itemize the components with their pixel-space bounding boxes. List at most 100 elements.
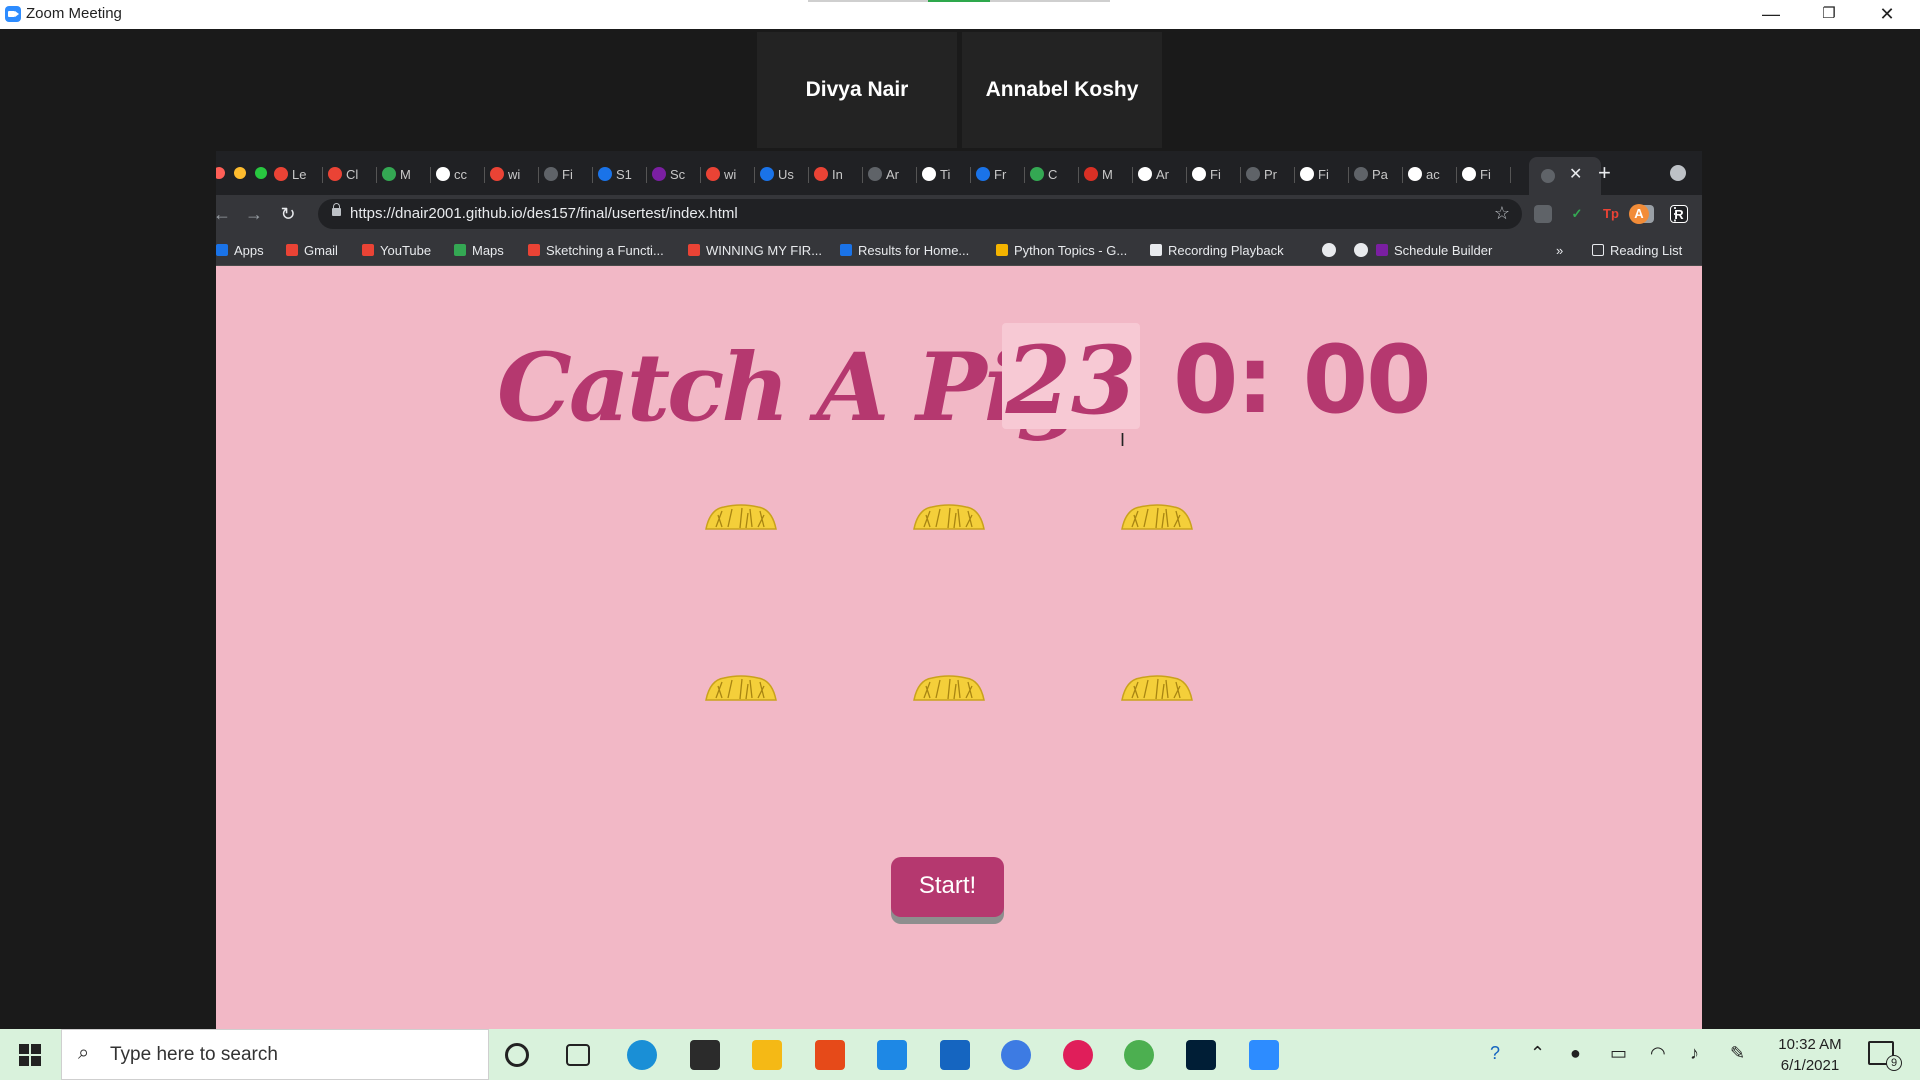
office-icon[interactable] bbox=[815, 1040, 845, 1070]
bookmark-item[interactable]: WINNING MY FIR... bbox=[688, 242, 822, 258]
browser-tab[interactable]: Cl bbox=[328, 163, 358, 185]
browser-tab[interactable]: Fi bbox=[1192, 163, 1221, 185]
start-button[interactable]: Start! bbox=[891, 857, 1004, 917]
taskbar-search-box[interactable]: ⌕ Type here to search bbox=[61, 1029, 489, 1080]
bookmark-item[interactable]: YouTube bbox=[362, 242, 431, 258]
browser-tab[interactable]: Pr bbox=[1246, 163, 1277, 185]
reload-icon[interactable]: ↻ bbox=[277, 203, 299, 225]
browser-tab[interactable]: Fi bbox=[1300, 163, 1329, 185]
checkmark-extension-icon[interactable]: ✓ bbox=[1568, 205, 1586, 223]
hay-pile-icon[interactable] bbox=[912, 674, 986, 702]
bookmark-item[interactable]: Recording Playback bbox=[1150, 242, 1284, 258]
bookmark-star-icon[interactable]: ☆ bbox=[1494, 203, 1510, 224]
tab-search-icon[interactable] bbox=[1670, 165, 1686, 181]
new-tab-button[interactable]: + bbox=[1598, 160, 1611, 186]
browser-tab[interactable]: Ar bbox=[868, 163, 899, 185]
browser-tab[interactable]: Ar bbox=[1138, 163, 1169, 185]
zoom-dot-icon[interactable] bbox=[255, 167, 267, 179]
file-explorer-icon[interactable] bbox=[752, 1040, 782, 1070]
bookmark-item[interactable]: Apps bbox=[216, 242, 264, 258]
browser-tab[interactable]: C bbox=[1030, 163, 1057, 185]
browser-tab[interactable]: wi bbox=[490, 163, 520, 185]
bookmark-item[interactable]: Schedule Builder bbox=[1376, 242, 1492, 258]
browser-tab[interactable]: S1 bbox=[598, 163, 632, 185]
profile-avatar[interactable]: A bbox=[1629, 204, 1649, 224]
slack-icon[interactable] bbox=[1063, 1040, 1093, 1070]
address-bar[interactable]: https://dnair2001.github.io/des157/final… bbox=[318, 199, 1522, 229]
vscode-icon[interactable] bbox=[877, 1040, 907, 1070]
mail-icon[interactable] bbox=[940, 1040, 970, 1070]
tab-favicon-icon bbox=[1138, 167, 1152, 181]
bookmark-item[interactable]: Maps bbox=[454, 242, 504, 258]
clock[interactable]: 10:32 AM 6/1/2021 bbox=[1770, 1034, 1850, 1076]
browser-tab[interactable]: Pa bbox=[1354, 163, 1388, 185]
todo-icon[interactable] bbox=[1001, 1040, 1031, 1070]
photoshop-icon[interactable] bbox=[1186, 1040, 1216, 1070]
tab-separator bbox=[1186, 167, 1187, 183]
browser-tab[interactable]: Le bbox=[274, 163, 306, 185]
back-arrow-icon[interactable]: ← bbox=[216, 203, 233, 225]
hay-pile-icon[interactable] bbox=[912, 503, 986, 531]
browser-tab[interactable]: ac bbox=[1408, 163, 1440, 185]
chrome-icon[interactable] bbox=[1124, 1040, 1154, 1070]
restore-button[interactable]: ❐ bbox=[1800, 0, 1858, 29]
browser-tab[interactable]: Sc bbox=[652, 163, 685, 185]
bookmark-label: Apps bbox=[234, 242, 264, 258]
tab-separator bbox=[916, 167, 917, 183]
microphone-icon[interactable]: ● bbox=[1570, 1043, 1581, 1064]
notifications-icon[interactable]: 9 bbox=[1868, 1041, 1902, 1071]
browser-tab[interactable]: Fi bbox=[1462, 163, 1491, 185]
wifi-icon[interactable]: ◠ bbox=[1650, 1043, 1666, 1064]
browser-tab[interactable]: M bbox=[382, 163, 411, 185]
bookmarks-more-button[interactable]: » bbox=[1556, 242, 1563, 258]
participant-tile[interactable]: Annabel Koshy bbox=[962, 32, 1162, 148]
browser-tab[interactable]: Fi bbox=[544, 163, 573, 185]
close-dot-icon[interactable] bbox=[216, 167, 225, 179]
task-view-icon[interactable] bbox=[566, 1044, 590, 1066]
tab-separator bbox=[1132, 167, 1133, 183]
hay-pile-icon[interactable] bbox=[704, 503, 778, 531]
close-tab-icon[interactable]: ✕ bbox=[1569, 164, 1582, 184]
browser-tab[interactable]: M bbox=[1084, 163, 1113, 185]
extension-icon[interactable] bbox=[1534, 205, 1552, 223]
tab-separator bbox=[1402, 167, 1403, 183]
pen-icon[interactable]: ✎ bbox=[1730, 1043, 1745, 1064]
tp-extension-icon[interactable]: Tp bbox=[1602, 205, 1620, 223]
zoom-app-icon[interactable] bbox=[1249, 1040, 1279, 1070]
browser-tab[interactable]: Ti bbox=[922, 163, 950, 185]
browser-tab[interactable]: wi bbox=[706, 163, 736, 185]
browser-tab[interactable]: Fr bbox=[976, 163, 1006, 185]
volume-icon[interactable]: ♪ bbox=[1690, 1043, 1699, 1064]
tab-label: Pa bbox=[1372, 166, 1388, 182]
participant-tile[interactable]: Divya Nair bbox=[757, 32, 957, 148]
hay-pile-icon[interactable] bbox=[1120, 674, 1194, 702]
help-icon[interactable]: ? bbox=[1490, 1043, 1500, 1064]
bookmark-label: Gmail bbox=[304, 242, 338, 258]
bookmark-item[interactable]: Results for Home... bbox=[840, 242, 969, 258]
battery-icon[interactable]: ▭ bbox=[1610, 1043, 1627, 1064]
hay-pile-icon[interactable] bbox=[1120, 503, 1194, 531]
globe-icon[interactable] bbox=[1322, 243, 1336, 257]
tab-active[interactable]: ✕ bbox=[1529, 157, 1601, 195]
store-icon[interactable] bbox=[690, 1040, 720, 1070]
bookmark-item[interactable]: Gmail bbox=[286, 242, 338, 258]
minimize-button[interactable]: — bbox=[1742, 0, 1800, 29]
bookmark-item[interactable]: Python Topics - G... bbox=[996, 242, 1127, 258]
globe-icon[interactable] bbox=[1354, 243, 1368, 257]
browser-tab[interactable]: cc bbox=[436, 163, 467, 185]
minimize-dot-icon[interactable] bbox=[234, 167, 246, 179]
reading-list-button[interactable]: Reading List bbox=[1592, 242, 1682, 258]
browser-tab[interactable]: In bbox=[814, 163, 843, 185]
cortana-icon[interactable] bbox=[505, 1043, 529, 1067]
hay-pile-icon[interactable] bbox=[704, 674, 778, 702]
edge-icon[interactable] bbox=[627, 1040, 657, 1070]
bookmark-item[interactable]: Sketching a Functi... bbox=[528, 242, 664, 258]
browser-tab[interactable]: Us bbox=[760, 163, 794, 185]
windows-start-icon[interactable] bbox=[19, 1044, 41, 1066]
zoom-logo-icon bbox=[5, 6, 21, 22]
tab-separator bbox=[970, 167, 971, 183]
forward-arrow-icon[interactable]: → bbox=[243, 203, 265, 225]
close-button[interactable]: ✕ bbox=[1858, 0, 1916, 29]
browser-menu-icon[interactable]: ⋮ bbox=[1664, 203, 1686, 225]
chevron-up-icon[interactable]: ⌃ bbox=[1530, 1043, 1545, 1064]
